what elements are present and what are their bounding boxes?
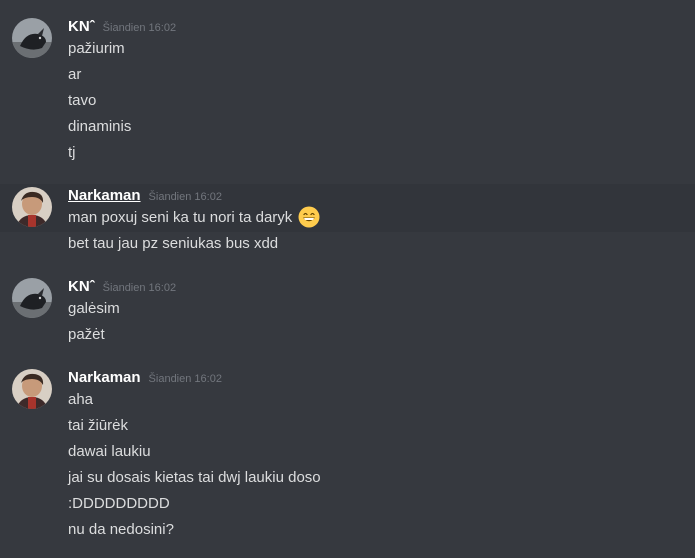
person-avatar-icon	[12, 369, 52, 409]
author-name[interactable]: Narkaman	[68, 369, 141, 386]
message-text-line: man poxuj seni ka tu nori ta daryk	[68, 206, 320, 229]
message-text: pažėt	[68, 326, 105, 343]
author-name[interactable]: KNˆ	[68, 18, 95, 35]
message-text: dinaminis	[68, 118, 132, 135]
message-group[interactable]: Narkaman Šiandien 16:02 man poxuj seni k…	[0, 187, 695, 259]
author-name[interactable]: KNˆ	[68, 278, 95, 295]
message-header: Narkaman Šiandien 16:02	[68, 187, 222, 207]
message-text: man poxuj seni ka tu nori ta daryk	[68, 209, 293, 226]
message-group[interactable]: KNˆ Šiandien 16:02 pažiurim ar tavo dina…	[0, 18, 695, 178]
bird-avatar-icon	[12, 18, 52, 58]
message-header: KNˆ Šiandien 16:02	[68, 18, 176, 38]
avatar-kn[interactable]	[12, 18, 52, 58]
message-text: galėsim	[68, 300, 120, 317]
avatar-narkaman[interactable]	[12, 369, 52, 409]
message-text: ar	[68, 66, 82, 83]
timestamp[interactable]: Šiandien 16:02	[103, 22, 176, 34]
person-avatar-icon	[12, 187, 52, 227]
message-text: tai žiūrėk	[68, 417, 129, 434]
message-group[interactable]: Narkaman Šiandien 16:02 aha tai žiūrėk d…	[0, 369, 695, 549]
message-text: tavo	[68, 92, 97, 109]
timestamp[interactable]: Šiandien 16:02	[149, 373, 222, 385]
message-header: KNˆ Šiandien 16:02	[68, 278, 176, 298]
bird-avatar-icon	[12, 278, 52, 318]
message-text: jai su dosais kietas tai dwj laukiu doso	[68, 469, 321, 486]
avatar-narkaman[interactable]	[12, 187, 52, 227]
avatar-kn[interactable]	[12, 278, 52, 318]
message-group[interactable]: KNˆ Šiandien 16:02 galėsim pažėt	[0, 278, 695, 350]
message-text: tj	[68, 144, 76, 161]
message-header: Narkaman Šiandien 16:02	[68, 369, 222, 389]
author-name[interactable]: Narkaman	[68, 187, 141, 204]
timestamp[interactable]: Šiandien 16:02	[103, 282, 176, 294]
grinning-face-emoji-icon[interactable]	[298, 206, 320, 228]
timestamp[interactable]: Šiandien 16:02	[149, 191, 222, 203]
message-text: :DDDDDDDDD	[68, 495, 170, 512]
message-text: bet tau jau pz seniukas bus xdd	[68, 235, 279, 252]
message-text: aha	[68, 391, 94, 408]
message-text: pažiurim	[68, 40, 125, 57]
message-text: dawai laukiu	[68, 443, 151, 460]
message-text: nu da nedosini?	[68, 521, 174, 538]
